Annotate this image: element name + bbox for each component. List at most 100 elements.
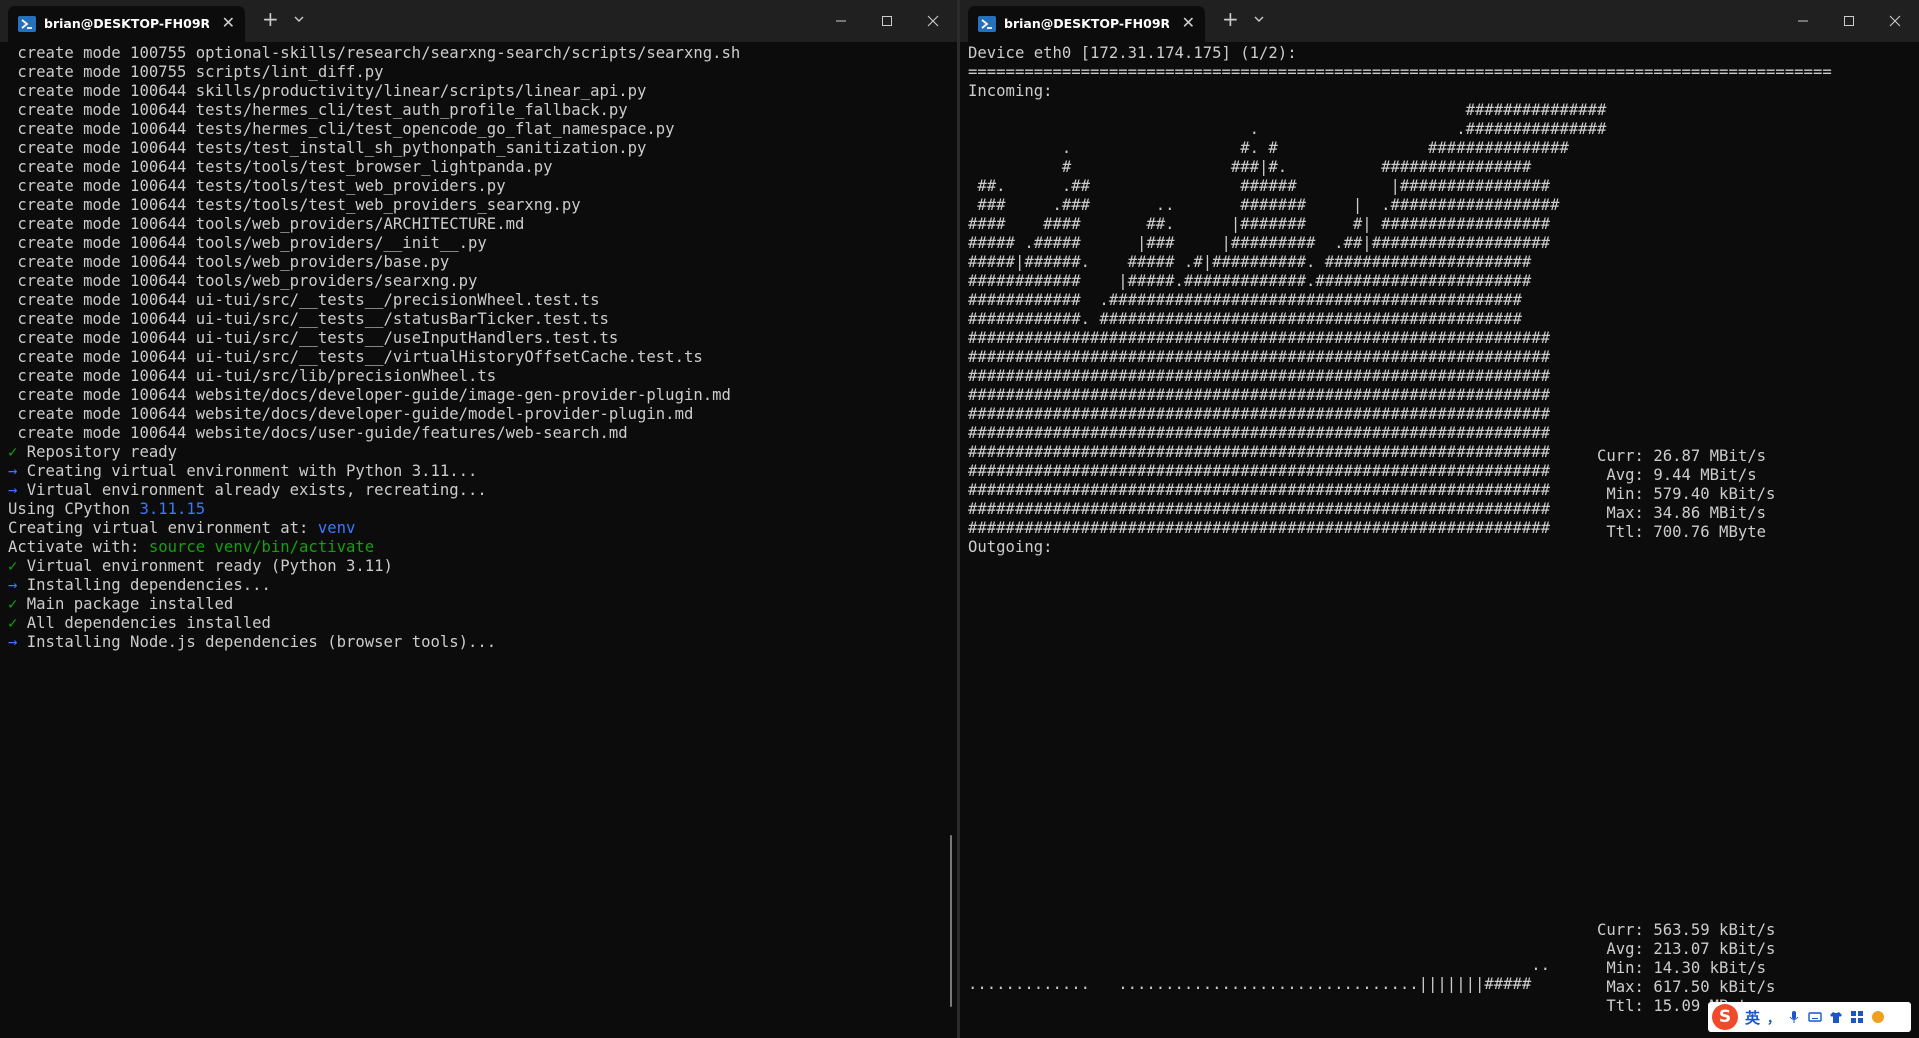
line-text: create mode 100755 scripts/lint_diff.py [17, 63, 384, 81]
line-text: create mode 100644 tools/web_providers/_… [17, 234, 487, 252]
line-text: create mode 100644 tests/hermes_cli/test… [17, 101, 628, 119]
close-icon [927, 15, 939, 27]
stat-value: 34.86 MBit/s [1653, 504, 1767, 522]
scrollbar[interactable] [950, 835, 952, 1007]
ime-toolbar[interactable]: S 英 ， [1708, 1002, 1911, 1032]
skin-shirt-icon[interactable] [1829, 1010, 1843, 1024]
terminal-line: Using CPython 3.11.15 [8, 500, 957, 519]
terminal-line: create mode 100644 tests/test_install_sh… [8, 139, 957, 158]
stat-row: Min: 579.40 kBit/s [1597, 485, 1807, 504]
incoming-stats: Curr: 26.87 MBit/s Avg: 9.44 MBit/s Min:… [1597, 447, 1807, 542]
terminal-line: create mode 100644 tests/tools/test_brow… [8, 158, 957, 177]
stat-value: 579.40 kBit/s [1653, 485, 1776, 503]
line-text: create mode 100644 tests/hermes_cli/test… [17, 120, 675, 138]
powershell-icon [18, 16, 36, 32]
microphone-icon[interactable] [1787, 1010, 1801, 1024]
stat-value: 26.87 MBit/s [1653, 447, 1767, 465]
toolbox-icon[interactable] [1871, 1010, 1885, 1024]
terminal-line: create mode 100644 tools/web_providers/A… [8, 215, 957, 234]
maximize-button[interactable] [864, 0, 910, 42]
terminal-line: create mode 100644 ui-tui/src/__tests__/… [8, 348, 957, 367]
line-text: create mode 100644 tests/tools/test_web_… [17, 177, 506, 195]
close-button[interactable] [910, 0, 956, 42]
stat-label: Max: [1597, 978, 1654, 996]
stat-label: Max: [1597, 504, 1654, 522]
line-text: create mode 100644 website/docs/user-gui… [17, 424, 628, 442]
terminal-line: create mode 100644 tools/web_providers/b… [8, 253, 957, 272]
terminal-line: → Installing Node.js dependencies (brows… [8, 633, 957, 652]
line-text: create mode 100644 tools/web_providers/s… [17, 272, 478, 290]
stat-value: 213.07 kBit/s [1653, 940, 1776, 958]
minimize-button[interactable] [818, 0, 864, 42]
maximize-button[interactable] [1826, 0, 1872, 42]
new-tab-button[interactable]: + [262, 7, 279, 31]
stat-row: Max: 34.86 MBit/s [1597, 504, 1807, 523]
highlighted-value: 3.11.15 [139, 500, 206, 518]
terminal-output[interactable]: create mode 100755 optional-skills/resea… [8, 44, 957, 1038]
ime-language-toggle[interactable]: 英 [1745, 1007, 1760, 1028]
sogou-logo-icon[interactable]: S [1712, 1004, 1738, 1030]
arrow-right-icon: → [8, 462, 18, 480]
minimize-icon [1798, 20, 1808, 22]
line-text: create mode 100644 tests/tools/test_brow… [17, 158, 553, 176]
chevron-down-icon[interactable] [292, 12, 306, 26]
line-text: create mode 100644 website/docs/develope… [17, 386, 731, 404]
graph-row: ##### .##### |### |######### .##|#######… [968, 234, 1551, 252]
terminal-line: create mode 100644 ui-tui/src/__tests__/… [8, 310, 957, 329]
arrow-right-icon: → [8, 576, 18, 594]
chevron-down-icon[interactable] [1252, 12, 1266, 26]
highlighted-value: venv [317, 519, 356, 537]
line-text: Creating virtual environment at: [8, 519, 318, 537]
check-icon: ✓ [8, 557, 18, 575]
terminal-line: ✓ Repository ready [8, 443, 957, 462]
new-tab-button[interactable]: + [1222, 7, 1239, 31]
terminal-tab[interactable]: brian@DESKTOP-FH09R9R: ~/ ✕ [8, 6, 245, 42]
outgoing-graph: ............... ........................… [968, 956, 1550, 994]
terminal-line: create mode 100644 ui-tui/src/__tests__/… [8, 329, 957, 348]
stat-label: Avg: [1597, 940, 1654, 958]
tab-close-icon[interactable]: ✕ [1182, 13, 1195, 32]
line-text: Repository ready [17, 443, 177, 461]
stat-row: Avg: 9.44 MBit/s [1597, 466, 1807, 485]
graph-row: #####|######. ##### .#|##########. #####… [968, 253, 1532, 271]
powershell-icon [978, 16, 996, 32]
minimize-button[interactable] [1780, 0, 1826, 42]
line-text: Virtual environment already exists, recr… [17, 481, 487, 499]
maximize-icon [1844, 16, 1854, 26]
ime-punctuation-toggle[interactable]: ， [1767, 1008, 1780, 1027]
graph-row: . #. # ############### [968, 139, 1569, 157]
terminal-line: create mode 100644 tests/tools/test_web_… [8, 196, 957, 215]
stat-label: Min: [1597, 959, 1654, 977]
device-line: Device eth0 [172.31.174.175] (1/2): [968, 44, 1297, 62]
terminal-line: Activate with: source venv/bin/activate [8, 538, 957, 557]
stat-row: Min: 14.30 kBit/s [1597, 959, 1807, 978]
terminal-line: create mode 100644 tests/hermes_cli/test… [8, 101, 957, 120]
close-button[interactable] [1872, 0, 1918, 42]
keyboard-icon[interactable] [1808, 1010, 1822, 1024]
stat-value: 617.50 kBit/s [1653, 978, 1776, 996]
check-icon: ✓ [8, 443, 18, 461]
highlighted-value: source venv/bin/activate [148, 538, 375, 556]
apps-grid-icon[interactable] [1850, 1010, 1864, 1024]
terminal-tab[interactable]: brian@DESKTOP-FH09R9R: /mnt ✕ [968, 6, 1205, 42]
tab-close-icon[interactable]: ✕ [222, 13, 235, 32]
graph-row: ########################################… [968, 405, 1551, 423]
terminal-line: create mode 100755 optional-skills/resea… [8, 44, 957, 63]
graph-row: ########################################… [968, 329, 1551, 347]
terminal-line: create mode 100644 tools/web_providers/_… [8, 234, 957, 253]
tab-title: brian@DESKTOP-FH09R9R: /mnt [1004, 16, 1169, 31]
line-text: create mode 100644 tools/web_providers/A… [17, 215, 525, 233]
separator-line: ========================================… [968, 63, 1832, 81]
stat-label: Curr: [1597, 921, 1654, 939]
line-text: All dependencies installed [17, 614, 271, 632]
terminal-line: create mode 100755 scripts/lint_diff.py [8, 63, 957, 82]
terminal-line: create mode 100644 tools/web_providers/s… [8, 272, 957, 291]
line-text: create mode 100644 ui-tui/src/__tests__/… [17, 348, 703, 366]
